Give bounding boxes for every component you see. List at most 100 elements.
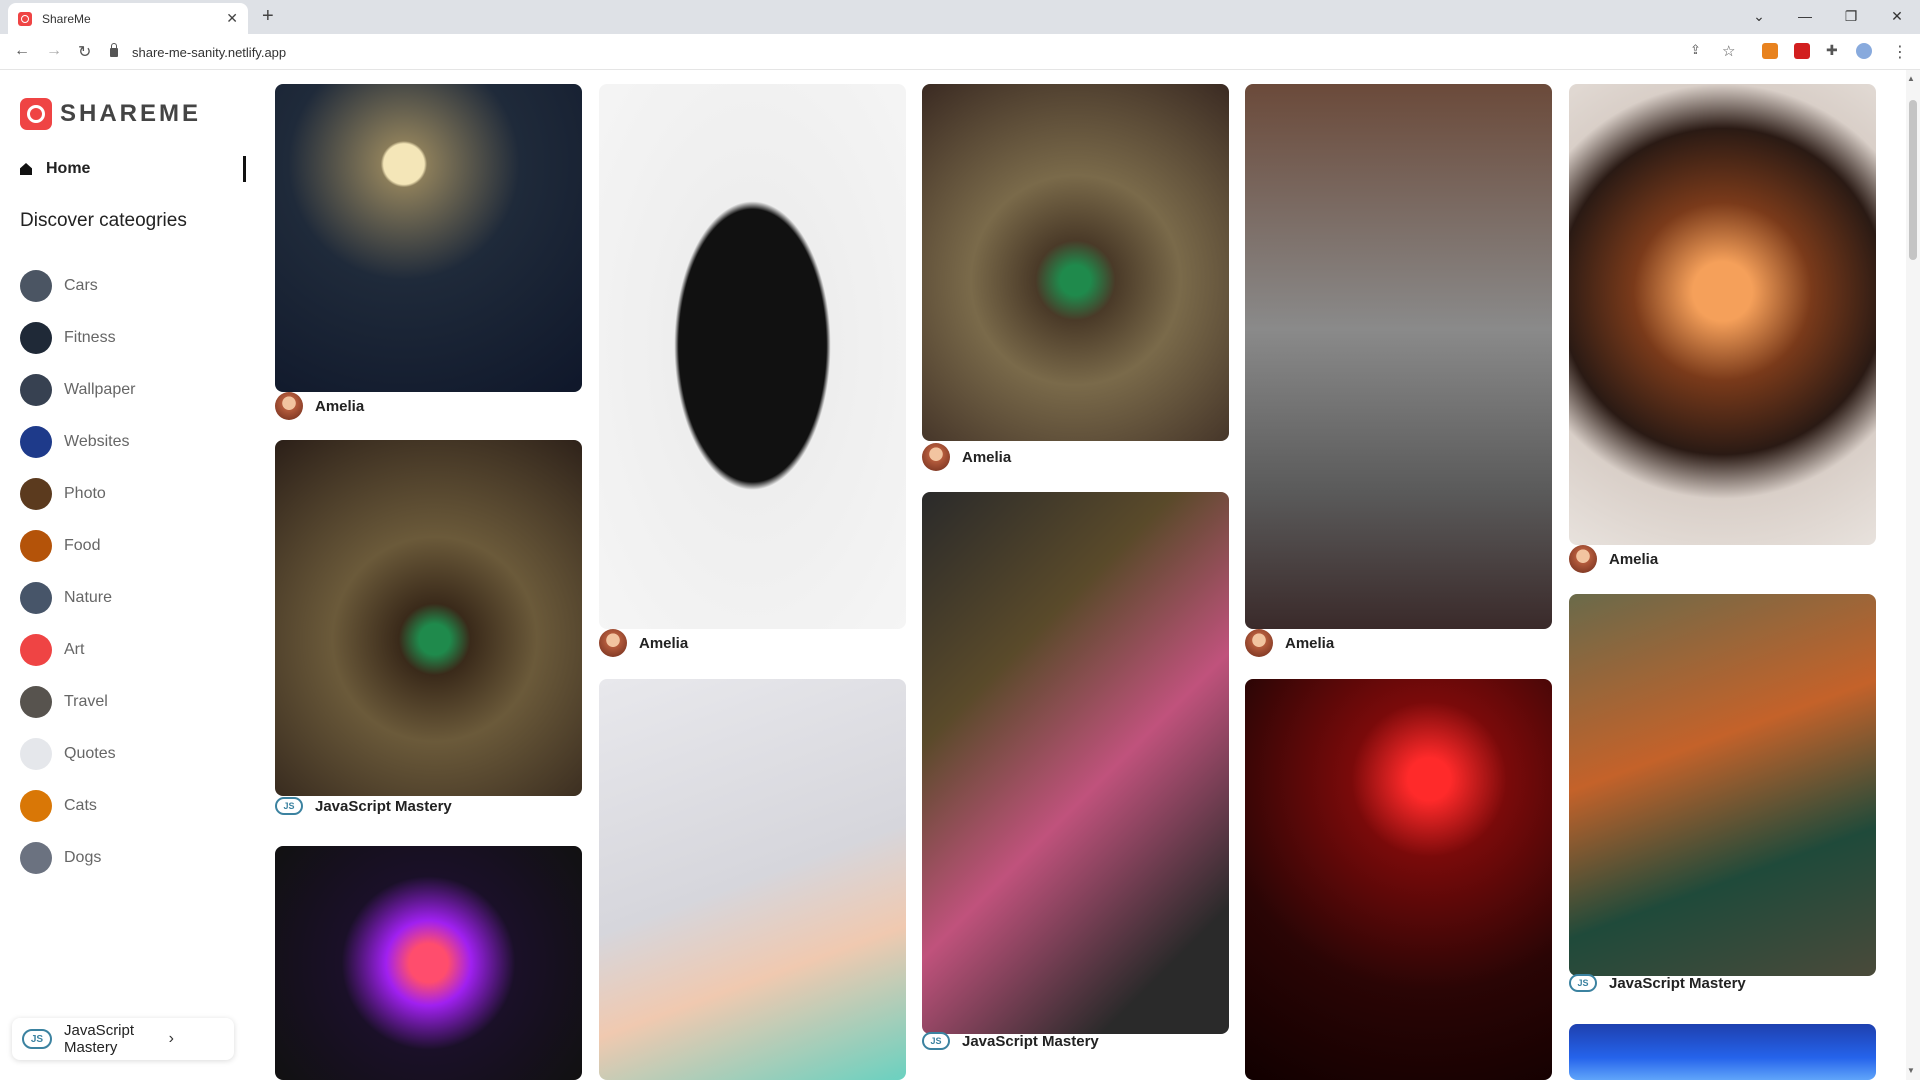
javascript-mastery-avatar: JS (275, 797, 303, 815)
close-tab-icon[interactable]: ✕ (226, 10, 238, 27)
pin-image[interactable] (599, 84, 906, 629)
pin-author[interactable]: JS JavaScript Mastery (1569, 974, 1746, 992)
pin-author[interactable]: Amelia (1245, 629, 1334, 657)
category-avatar (20, 322, 52, 354)
url-text: share-me-sanity.netlify.app (132, 44, 287, 60)
pin-image[interactable] (1569, 1024, 1876, 1080)
category-label: Food (64, 537, 101, 554)
sidebar-item-cars[interactable]: Cars (20, 270, 98, 302)
camera-logo-icon (20, 98, 52, 130)
author-name: Amelia (962, 448, 1012, 466)
author-avatar (275, 392, 303, 420)
sidebar-item-websites[interactable]: Websites (20, 426, 130, 458)
sidebar-item-fitness[interactable]: Fitness (20, 322, 116, 354)
sidebar-item-travel[interactable]: Travel (20, 686, 108, 718)
author-name: Amelia (1609, 550, 1659, 568)
profile-avatar-icon[interactable] (1856, 43, 1872, 59)
pin-author[interactable]: JS JavaScript Mastery (275, 797, 452, 815)
scrollbar-thumb[interactable] (1909, 100, 1917, 260)
category-avatar (20, 426, 52, 458)
tab-search-icon[interactable]: ⌄ (1736, 4, 1782, 28)
browser-menu-icon[interactable]: ⋮ (1892, 42, 1908, 62)
sidebar-item-food[interactable]: Food (20, 530, 100, 562)
category-label: Cars (64, 277, 98, 294)
window-controls: ⌄ — ❐ ✕ (1736, 4, 1920, 28)
category-label: Cats (64, 797, 97, 814)
sidebar: SHAREME Home Discover cateogries Cars Fit… (0, 70, 255, 1080)
pin-image[interactable] (1245, 84, 1552, 629)
scroll-down-icon[interactable]: ▼ (1907, 1066, 1915, 1075)
sidebar-item-art[interactable]: Art (20, 634, 84, 666)
scroll-up-icon[interactable]: ▲ (1907, 74, 1915, 83)
pin-image[interactable] (1569, 594, 1876, 976)
pin-image[interactable] (275, 440, 582, 796)
category-avatar (20, 478, 52, 510)
category-avatar (20, 270, 52, 302)
pin-author[interactable]: Amelia (922, 443, 1011, 471)
sidebar-item-dogs[interactable]: Dogs (20, 842, 101, 874)
category-avatar (20, 634, 52, 666)
author-name: JavaScript Mastery (962, 1032, 1099, 1050)
category-avatar (20, 738, 52, 770)
sidebar-item-photo[interactable]: Photo (20, 478, 106, 510)
chevron-right-icon: › (168, 1030, 174, 1047)
javascript-mastery-avatar: JS (22, 1029, 52, 1049)
category-avatar (20, 842, 52, 874)
author-name: Amelia (315, 397, 365, 415)
author-avatar (1245, 629, 1273, 657)
close-window-button[interactable]: ✕ (1874, 4, 1920, 28)
minimize-button[interactable]: — (1782, 4, 1828, 28)
pin-image[interactable] (599, 679, 906, 1080)
category-label: Fitness (64, 329, 116, 346)
category-label: Travel (64, 693, 108, 710)
category-label: Wallpaper (64, 381, 136, 398)
back-arrow-icon[interactable]: ← (14, 42, 30, 60)
user-profile-button[interactable]: JS JavaScript Mastery › (12, 1018, 234, 1060)
pin-image[interactable] (922, 84, 1229, 441)
url-field[interactable]: share-me-sanity.netlify.app (110, 41, 286, 63)
red-extension-icon[interactable] (1794, 43, 1810, 59)
shareme-favicon-icon (18, 11, 32, 26)
pin-image[interactable] (275, 84, 582, 392)
reload-icon[interactable]: ↻ (78, 42, 91, 62)
sidebar-item-quotes[interactable]: Quotes (20, 738, 116, 770)
extensions-puzzle-icon[interactable]: ✚ (1826, 42, 1838, 59)
pin-image[interactable] (275, 846, 582, 1080)
author-name: JavaScript Mastery (315, 797, 452, 815)
pin-author[interactable]: JS JavaScript Mastery (922, 1032, 1099, 1050)
pin-image[interactable] (1569, 84, 1876, 545)
tab-title: ShareMe (42, 11, 91, 26)
category-label: Art (64, 641, 85, 658)
author-avatar (599, 629, 627, 657)
sidebar-item-wallpaper[interactable]: Wallpaper (20, 374, 135, 406)
sidebar-item-cats[interactable]: Cats (20, 790, 97, 822)
new-tab-button[interactable]: + (262, 5, 274, 28)
category-label: Websites (64, 433, 130, 450)
author-avatar (1569, 545, 1597, 573)
restore-button[interactable]: ❐ (1828, 4, 1874, 28)
category-label: Dogs (64, 849, 102, 866)
logo-text: SHAREME (60, 100, 202, 127)
category-avatar (20, 374, 52, 406)
pin-image[interactable] (1245, 679, 1552, 1080)
address-bar: ← → ↻ share-me-sanity.netlify.app ⇪ ☆ ✚ … (0, 34, 1920, 70)
lock-icon (110, 42, 118, 57)
discover-categories-heading: Discover cateogries (20, 210, 187, 231)
share-icon[interactable]: ⇪ (1690, 42, 1701, 58)
category-label: Quotes (64, 745, 116, 762)
author-name: Amelia (1285, 634, 1335, 652)
pin-author[interactable]: Amelia (275, 392, 364, 420)
bookmark-star-icon[interactable]: ☆ (1722, 42, 1735, 60)
shareme-logo[interactable]: SHAREME (20, 98, 201, 130)
pin-author[interactable]: Amelia (1569, 545, 1658, 573)
pin-author[interactable]: Amelia (599, 629, 688, 657)
pin-image[interactable] (922, 492, 1229, 1034)
sidebar-item-home[interactable]: Home (20, 156, 246, 182)
author-name: JavaScript Mastery (1609, 974, 1746, 992)
author-name: Amelia (639, 634, 689, 652)
browser-tab[interactable]: ShareMe ✕ (8, 3, 248, 34)
forward-arrow-icon[interactable]: → (46, 42, 62, 60)
category-label: Photo (64, 485, 106, 502)
metamask-extension-icon[interactable] (1762, 43, 1778, 59)
sidebar-item-nature[interactable]: Nature (20, 582, 112, 614)
